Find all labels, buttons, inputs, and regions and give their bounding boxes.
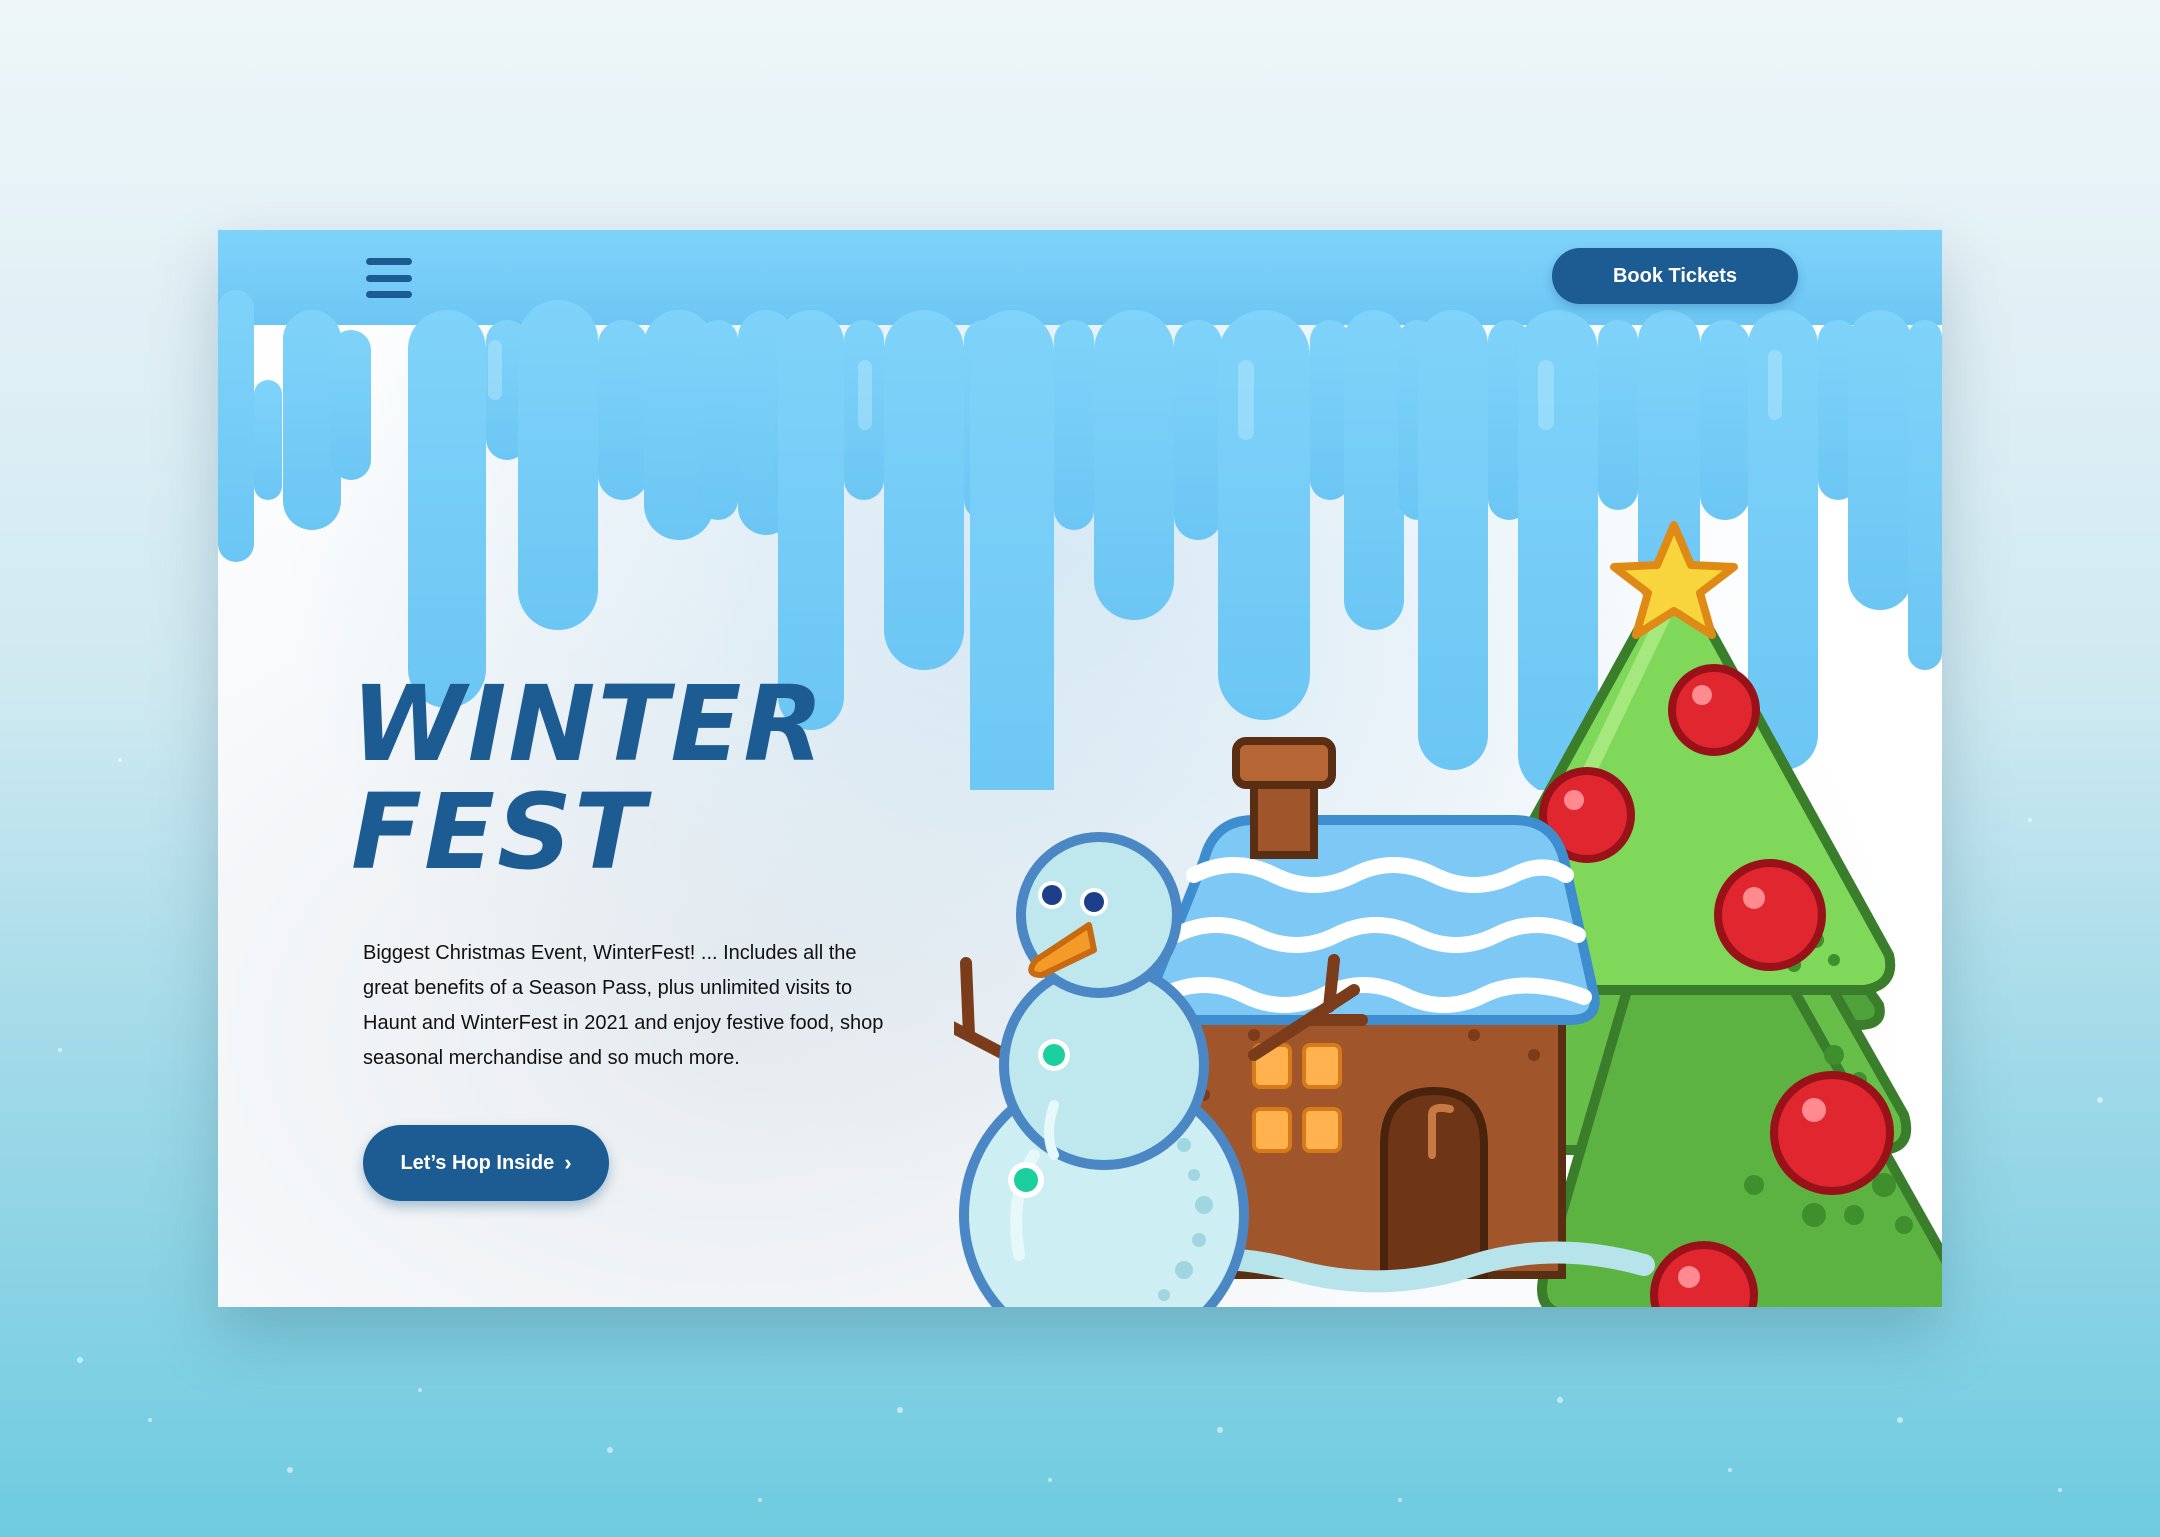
menu-bar [366,274,412,282]
lets-hop-inside-button[interactable]: Let’s Hop Inside › [363,1125,609,1201]
book-tickets-button[interactable]: Book Tickets [1552,248,1798,304]
hero-card: Book Tickets WINTER FEST Biggest Christm… [218,230,1942,1307]
winter-illustration [954,521,1942,1307]
hero-title-line1: WINTER [351,663,826,785]
hero-title-line2: FEST [351,771,647,893]
cta-label: Let’s Hop Inside [400,1151,555,1174]
hero-description: Biggest Christmas Event, WinterFest! ...… [363,942,884,1069]
menu-bar [366,258,412,265]
menu-bar [366,291,412,298]
menu-icon[interactable] [366,258,412,298]
hero-title: WINTER FEST [351,670,826,886]
chevron-right-icon: › [564,1150,572,1175]
